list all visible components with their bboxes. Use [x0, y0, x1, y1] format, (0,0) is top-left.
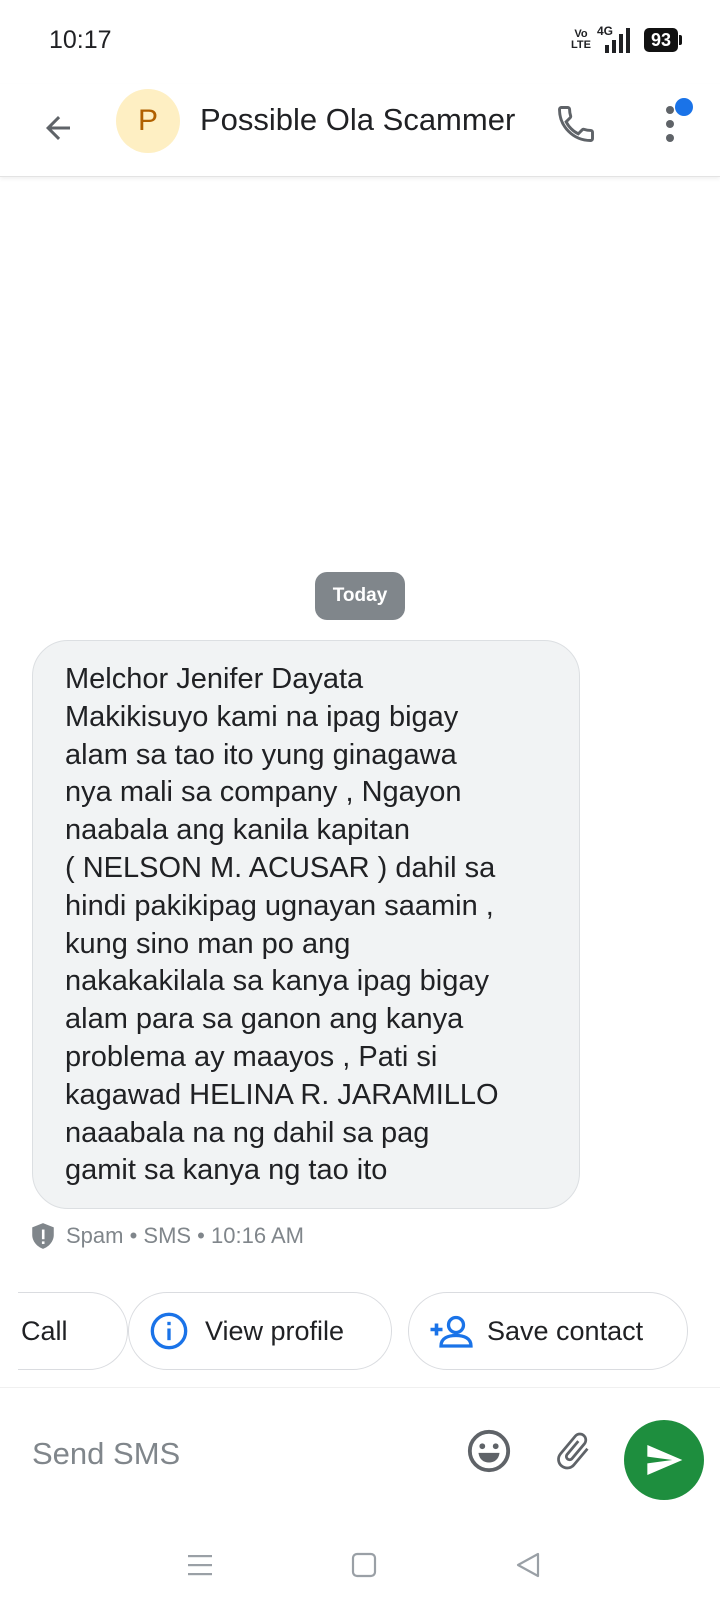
battery-icon: 93	[643, 28, 683, 52]
view-profile-label: View profile	[205, 1315, 345, 1346]
contact-name[interactable]: Possible Ola Scammer	[200, 102, 515, 138]
attach-button[interactable]	[546, 1424, 600, 1478]
menu-icon	[188, 1555, 212, 1576]
nav-back-button[interactable]	[504, 1545, 552, 1585]
emoji-button[interactable]	[462, 1424, 516, 1478]
message-line: problema ay maayos , Pati si	[65, 1040, 438, 1073]
message-composer	[0, 1387, 720, 1528]
message-line: kung sino man po ang	[65, 927, 351, 960]
message-line: gamit sa kanya ng tao ito	[65, 1154, 388, 1187]
nav-recents-button[interactable]	[176, 1545, 224, 1585]
emoji-icon	[467, 1429, 511, 1473]
person-add-icon	[430, 1315, 473, 1348]
signal-icon: 4G	[597, 24, 630, 53]
message-line: kagawad HELINA R. JARAMILLO	[65, 1078, 499, 1111]
message-line: Melchor Jenifer Dayata	[65, 663, 364, 695]
call-chip[interactable]: Call	[18, 1292, 128, 1370]
network-type-label: 4G	[596, 24, 613, 38]
status-time: 10:17	[49, 26, 112, 54]
status-bar: 10:17 Vo LTE 4G 93	[0, 0, 720, 84]
call-chip-label: Call	[21, 1315, 68, 1346]
shield-alert-icon	[32, 1223, 54, 1249]
square-icon	[351, 1552, 377, 1578]
message-line: alam para sa ganon ang kanya	[65, 1003, 464, 1036]
message-line: Makikisuyo kami na ipag bigay	[65, 700, 459, 733]
system-nav-bar	[0, 1527, 720, 1604]
arrow-left-icon	[46, 116, 70, 140]
save-contact-chip[interactable]: Save contact	[408, 1292, 688, 1370]
status-icons: Vo LTE 4G 93	[569, 24, 683, 53]
battery-level: 93	[650, 30, 671, 50]
message-line: hindi pakikipag ugnayan saamin ,	[65, 889, 494, 922]
conversation-header: P Possible Ola Scammer	[0, 84, 720, 177]
triangle-back-icon	[516, 1552, 540, 1578]
info-icon	[150, 1312, 188, 1350]
message-line: naabala ang kanila kapitan	[65, 814, 411, 847]
volte-bottom-label: LTE	[570, 39, 591, 51]
avatar-letter: P	[137, 104, 158, 137]
message-meta-text: Spam • SMS • 10:16 AM	[66, 1223, 304, 1248]
paperclip-icon	[557, 1432, 589, 1470]
notification-dot	[675, 98, 693, 116]
save-contact-label: Save contact	[487, 1315, 644, 1346]
message-line: naaabala na ng dahil sa pag	[65, 1116, 430, 1149]
avatar[interactable]: P	[116, 89, 180, 153]
sms-input[interactable]	[30, 1428, 434, 1480]
volte-icon: Vo LTE	[569, 29, 593, 51]
call-button[interactable]	[548, 96, 604, 152]
suggestion-chips: Call View profile Save contact	[18, 1292, 720, 1374]
message-line: nakakakilala sa kanya ipag bigay	[65, 965, 489, 998]
phone-icon	[558, 106, 594, 142]
message-line: nya mali sa company , Ngayon	[65, 776, 462, 809]
message-line: ( NELSON M. ACUSAR ) dahil sa	[65, 851, 496, 884]
back-button[interactable]	[30, 100, 86, 156]
send-icon	[647, 1445, 683, 1475]
nav-home-button[interactable]	[340, 1545, 388, 1585]
view-profile-chip[interactable]: View profile	[128, 1292, 392, 1370]
message-bubble[interactable]: Melchor Jenifer Dayata Makikisuyo kami n…	[32, 640, 580, 1210]
date-divider: Today	[315, 572, 405, 620]
send-button[interactable]	[624, 1420, 704, 1500]
message-meta: Spam • SMS • 10:16 AM	[30, 1222, 304, 1250]
message-line: alam sa tao ito yung ginagawa	[65, 738, 457, 771]
